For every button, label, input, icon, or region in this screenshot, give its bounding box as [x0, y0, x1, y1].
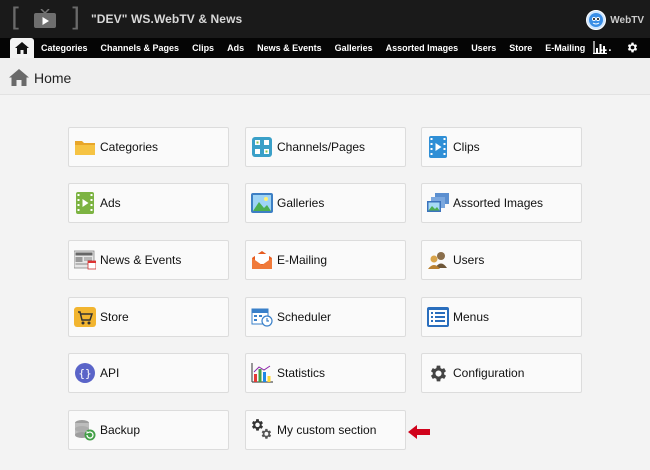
ads-film-icon	[74, 192, 96, 214]
tile-assorted-images[interactable]: Assorted Images	[421, 183, 582, 223]
tile-clips[interactable]: Clips	[421, 127, 582, 167]
gear-icon	[627, 42, 638, 53]
clip-film-icon	[427, 136, 449, 158]
svg-text:{}: {}	[78, 367, 91, 380]
nav-settings-button[interactable]	[626, 41, 639, 54]
tile-label: Galleries	[277, 196, 325, 210]
tile-label: Scheduler	[277, 310, 332, 324]
braces-icon: {}	[74, 362, 96, 384]
app-title: "DEV" WS.WebTV & News	[91, 12, 243, 26]
tile-label: E-Mailing	[277, 253, 328, 267]
envelope-icon	[251, 249, 273, 271]
bar-chart-icon	[251, 362, 273, 384]
nav-items: Categories Channels & Pages Clips Ads Ne…	[41, 38, 612, 58]
logo-bracket-right: ]	[70, 3, 81, 33]
nav-item-assorted-images[interactable]: Assorted Images	[386, 43, 465, 53]
nav-item-ads[interactable]: Ads	[227, 43, 250, 53]
folder-icon	[74, 136, 96, 158]
tile-label: Users	[453, 253, 485, 267]
nav-item-clips[interactable]: Clips	[192, 43, 220, 53]
landscape-picture-icon	[251, 192, 273, 214]
tile-label: My custom section	[277, 423, 377, 437]
tile-label: Statistics	[277, 366, 326, 380]
database-backup-icon	[74, 419, 96, 441]
breadcrumb: Home	[0, 58, 650, 95]
tile-label: Configuration	[453, 366, 525, 380]
calendar-clock-icon	[251, 306, 273, 328]
tile-menus[interactable]: Menus	[421, 297, 582, 337]
home-icon	[15, 42, 29, 54]
tile-label: Channels/Pages	[277, 140, 366, 154]
logo-bracket-left: [	[11, 3, 22, 33]
nav-item-users[interactable]: Users	[471, 43, 502, 53]
nav-statistics-button[interactable]	[593, 41, 607, 54]
tile-e-mailing[interactable]: E-Mailing	[245, 240, 406, 280]
tile-label: Assorted Images	[453, 196, 544, 210]
tile-label: News & Events	[100, 253, 182, 267]
tile-ads[interactable]: Ads	[68, 183, 229, 223]
tile-configuration[interactable]: Configuration	[421, 353, 582, 393]
gears-icon	[251, 419, 273, 441]
nav-home-button[interactable]	[10, 38, 34, 58]
tile-label: Store	[100, 310, 129, 324]
tile-backup[interactable]: Backup	[68, 410, 229, 450]
nav-item-news-events[interactable]: News & Events	[257, 43, 328, 53]
tile-label: Backup	[100, 423, 141, 437]
brand-name: WebTV	[610, 14, 644, 26]
users-icon	[427, 249, 449, 271]
tile-channels-pages[interactable]: Channels/Pages	[245, 127, 406, 167]
nav-item-channels-pages[interactable]: Channels & Pages	[101, 43, 186, 53]
tile-my-custom-section[interactable]: My custom section	[245, 410, 406, 450]
shopping-cart-icon	[74, 306, 96, 328]
mascot-avatar-icon	[586, 10, 607, 30]
tile-api[interactable]: {} API	[68, 353, 229, 393]
tile-label: API	[100, 366, 120, 380]
tile-label: Clips	[453, 140, 480, 154]
nav-item-galleries[interactable]: Galleries	[335, 43, 379, 53]
tile-label: Categories	[100, 140, 159, 154]
tile-label: Ads	[100, 196, 121, 210]
section-grid: Categories Channels/Pages Clips Ads Gall…	[68, 127, 588, 457]
tile-store[interactable]: Store	[68, 297, 229, 337]
tile-news-events[interactable]: News & Events	[68, 240, 229, 280]
menu-list-icon	[427, 306, 449, 328]
channels-grid-icon	[251, 136, 273, 158]
cog-icon	[427, 362, 449, 384]
statistics-icon	[593, 41, 607, 54]
tile-statistics[interactable]: Statistics	[245, 353, 406, 393]
nav-item-e-mailing[interactable]: E-Mailing	[545, 43, 591, 53]
home-icon	[9, 69, 29, 86]
page-title: Home	[34, 70, 72, 86]
tile-categories[interactable]: Categories	[68, 127, 229, 167]
brand[interactable]: WebTV	[586, 10, 644, 30]
newspaper-icon	[74, 249, 96, 271]
nav-item-store[interactable]: Store	[509, 43, 538, 53]
main-nav: Categories Channels & Pages Clips Ads Ne…	[0, 38, 650, 58]
nav-item-categories[interactable]: Categories	[41, 43, 94, 53]
top-bar: [ ] "DEV" WS.WebTV & News WebTV	[0, 0, 650, 38]
red-arrow-left-icon	[408, 425, 430, 439]
stacked-pictures-icon	[427, 192, 449, 214]
tile-label: Menus	[453, 310, 490, 324]
tile-users[interactable]: Users	[421, 240, 582, 280]
tv-play-icon	[34, 9, 56, 28]
tile-scheduler[interactable]: Scheduler	[245, 297, 406, 337]
tile-galleries[interactable]: Galleries	[245, 183, 406, 223]
